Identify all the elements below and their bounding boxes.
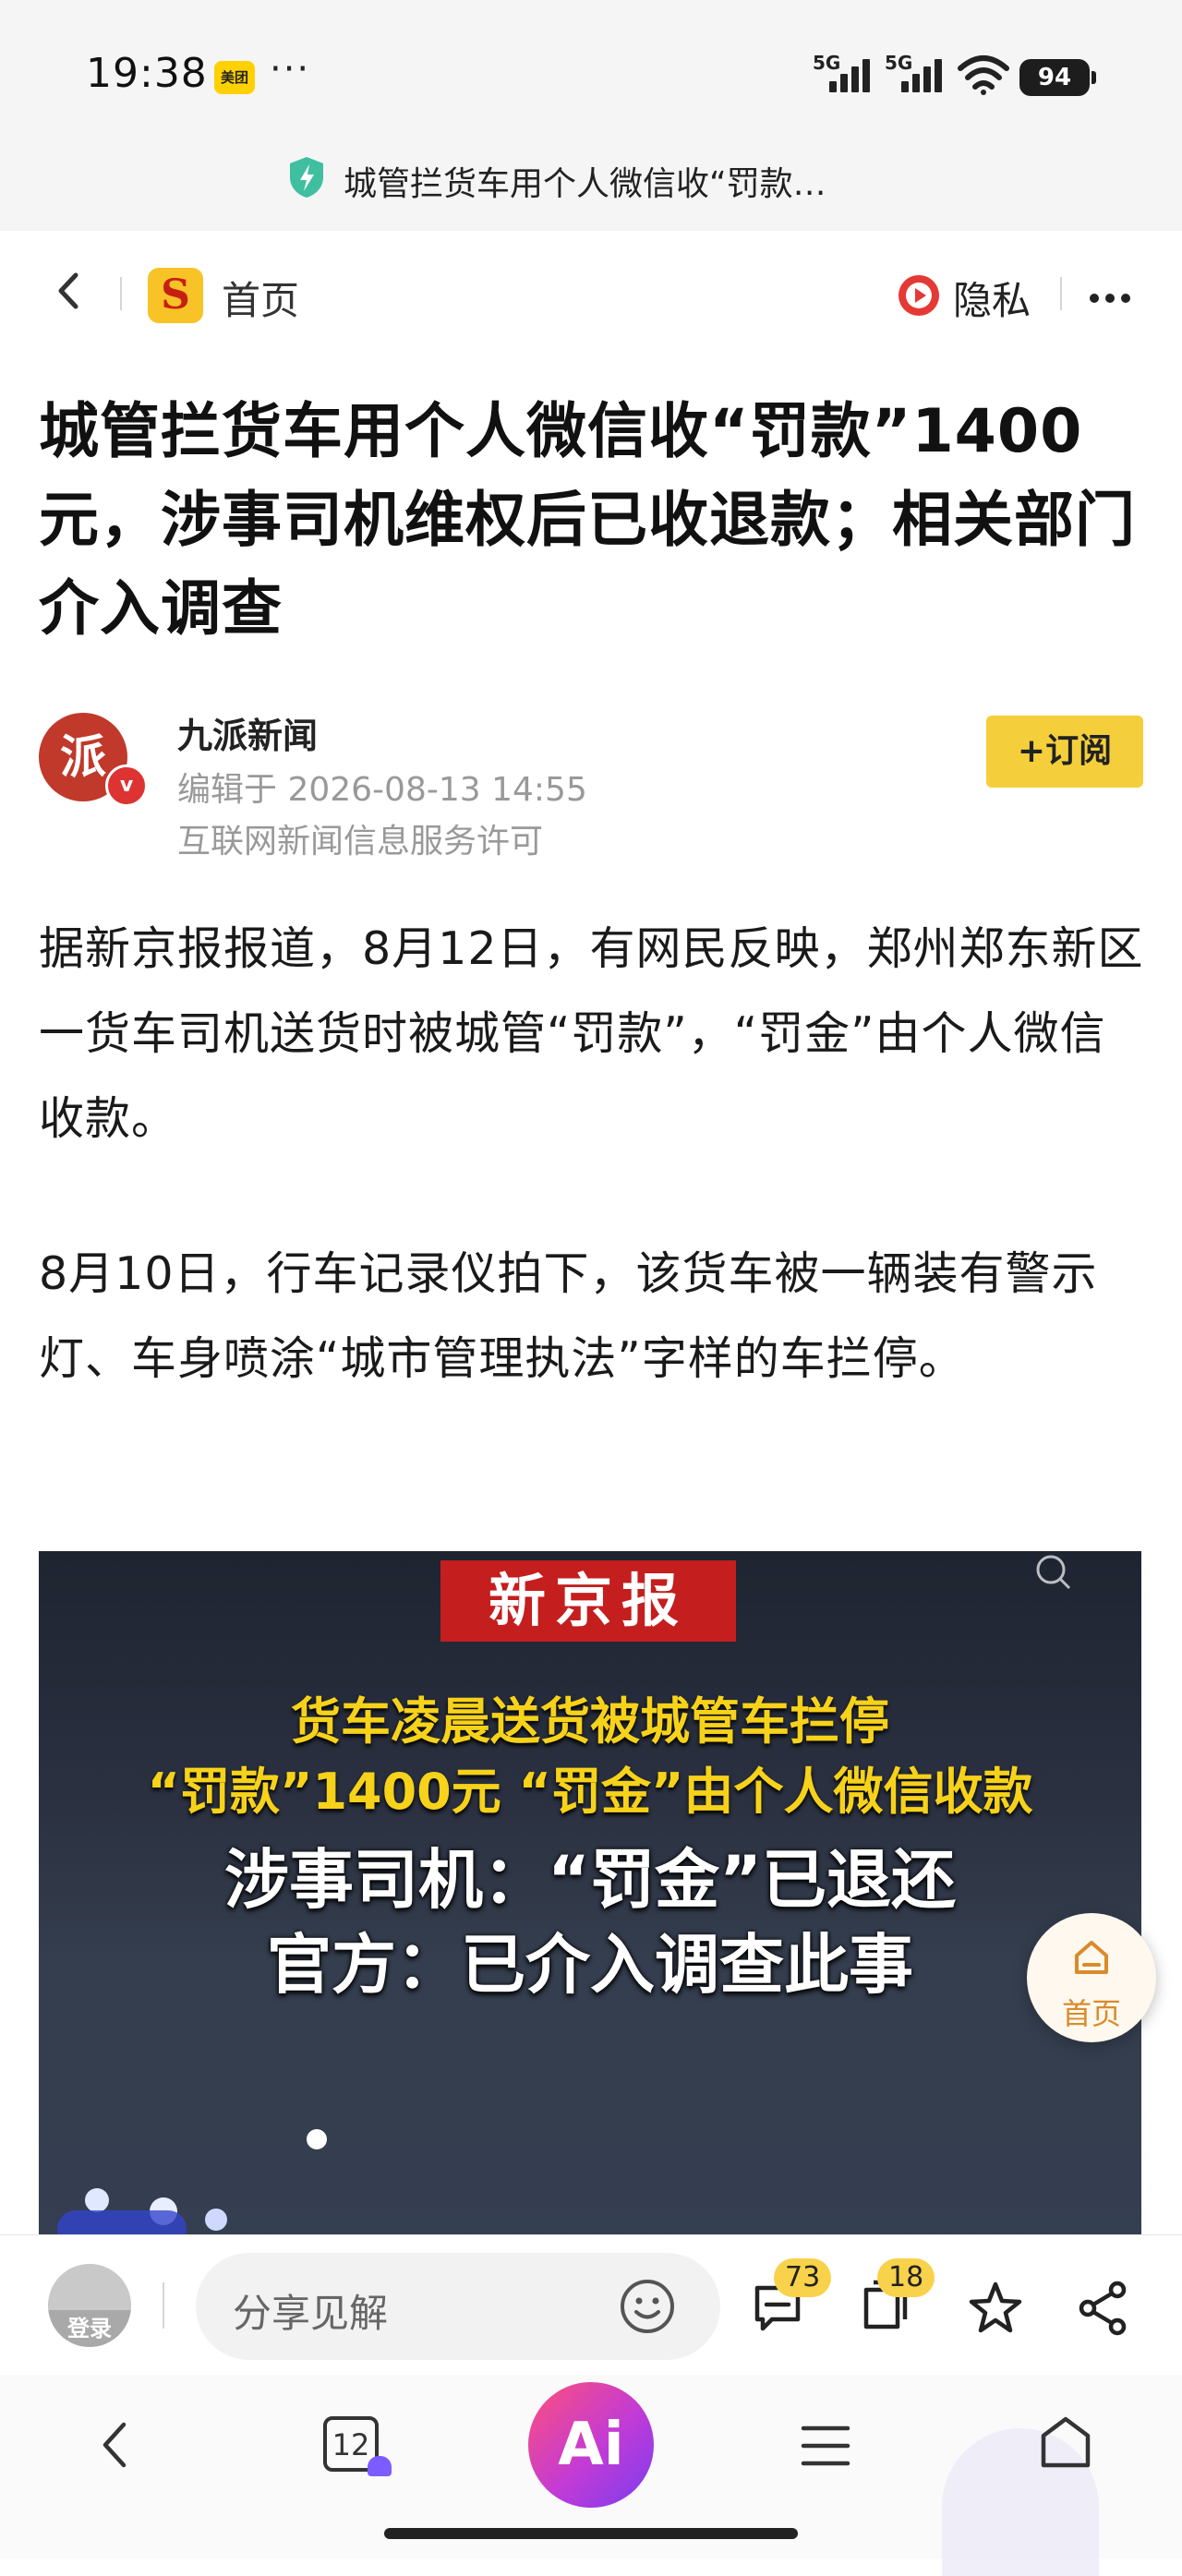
floating-home-label: 首页 bbox=[1061, 1996, 1121, 2031]
login-label: 登录 bbox=[48, 2310, 131, 2347]
author-name[interactable]: 九派新闻 bbox=[177, 707, 318, 758]
article-paragraph: 据新京报报道，8月12日，有网民反映，郑州郑东新区一货车司机送货时被城管“罚款”… bbox=[39, 922, 1144, 1145]
tab-assistant-icon bbox=[368, 2456, 392, 2476]
home-icon bbox=[1075, 1941, 1108, 1974]
search-icon bbox=[1036, 1555, 1071, 1590]
video-light bbox=[307, 2129, 327, 2149]
battery-tip bbox=[1092, 71, 1096, 84]
nav-home-icon[interactable] bbox=[1038, 2413, 1093, 2471]
privacy-play-icon[interactable] bbox=[896, 272, 942, 319]
emoji-icon[interactable] bbox=[619, 2278, 676, 2335]
status-time: 19:38 bbox=[86, 50, 208, 97]
video-caption: 涉事司机：“罚金”已退还 bbox=[223, 1842, 956, 1918]
url-title[interactable]: 城管拦货车用个人微信收“罚款… bbox=[344, 157, 826, 205]
video-light bbox=[85, 2188, 109, 2212]
ai-assistant-button[interactable]: Ai bbox=[528, 2382, 654, 2508]
divider bbox=[163, 2282, 164, 2329]
video-light bbox=[205, 2209, 227, 2231]
home-indicator[interactable] bbox=[384, 2528, 798, 2539]
collection-count-badge: 18 bbox=[877, 2258, 935, 2297]
privacy-link[interactable]: 隐私 bbox=[953, 270, 1031, 326]
back-icon[interactable] bbox=[48, 270, 90, 312]
video-frame[interactable]: 新京报 货车凌晨送货被城管车拦停 “罚款”1400元 “罚金”由个人微信收款 涉… bbox=[39, 1551, 1141, 2234]
article-paragraph: 8月10日，行车记录仪拍下，该货车被一辆装有警示灯、车身喷涂“城市管理执法”字样… bbox=[39, 1247, 1098, 1385]
video-caption: 官方：已介入调查此事 bbox=[267, 1927, 913, 2003]
video-caption: “罚款”1400元 “罚金”由个人微信收款 bbox=[147, 1763, 1033, 1821]
login-avatar[interactable]: 登录 bbox=[48, 2264, 131, 2347]
edit-time: 编辑于 2026-08-13 14:55 bbox=[177, 771, 587, 809]
more-icon[interactable] bbox=[1090, 289, 1137, 307]
video-source-logo: 新京报 bbox=[440, 1560, 736, 1642]
license-link[interactable]: 互联网新闻信息服务许可 bbox=[177, 814, 543, 862]
floating-home-button[interactable]: 首页 bbox=[1027, 1913, 1156, 2042]
comment-placeholder: 分享见解 bbox=[233, 2291, 389, 2336]
subscribe-button[interactable]: +订阅 bbox=[986, 716, 1143, 788]
more-notifications-indicator: ··· bbox=[270, 48, 311, 90]
divider bbox=[120, 277, 122, 310]
shield-lightning-icon bbox=[290, 157, 323, 198]
site-logo[interactable]: S bbox=[148, 268, 203, 323]
wifi-icon bbox=[958, 55, 1009, 95]
article-title: 城管拦货车用个人微信收“罚款”1400元，涉事司机维权后已收退款；相关部门介入调… bbox=[39, 397, 1137, 644]
video-light bbox=[57, 2210, 187, 2234]
meituan-notification-icon: 美团 bbox=[214, 61, 255, 94]
avatar-placeholder bbox=[48, 2264, 131, 2310]
divider bbox=[1060, 277, 1062, 310]
menu-icon[interactable] bbox=[800, 2423, 851, 2469]
star-icon[interactable] bbox=[966, 2279, 1025, 2338]
video-caption: 货车凌晨送货被城管车拦停 bbox=[291, 1692, 889, 1751]
home-link[interactable]: 首页 bbox=[222, 270, 299, 326]
battery-indicator: 94 bbox=[1019, 59, 1090, 96]
verified-badge-icon: v bbox=[105, 764, 148, 807]
nav-back-icon[interactable] bbox=[92, 2417, 140, 2473]
comment-count-badge: 73 bbox=[774, 2258, 832, 2297]
share-icon[interactable] bbox=[1075, 2279, 1134, 2338]
